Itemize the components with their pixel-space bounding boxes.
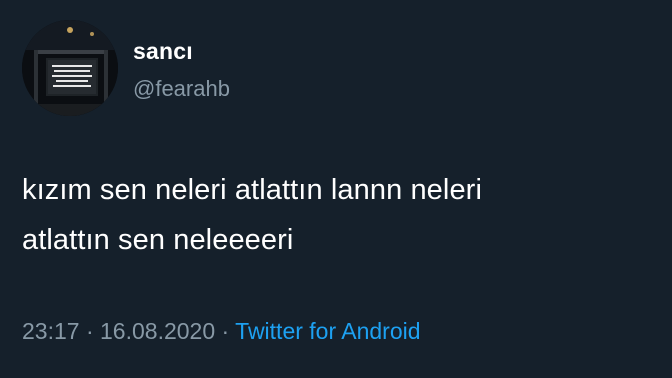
user-handle[interactable]: @fearahb [133, 76, 230, 102]
meta-separator: · [215, 318, 236, 344]
tweet-text: kızım sen neleri atlattın lannn neleri a… [22, 165, 652, 265]
tweet-text-line: atlattın sen neleeeeri [22, 224, 294, 256]
avatar-image [22, 20, 118, 116]
tweet-meta: 23:17 · 16.08.2020 · Twitter for Android [22, 318, 421, 345]
display-name[interactable]: sancı [133, 38, 193, 65]
tweet-source-link[interactable]: Twitter for Android [235, 318, 420, 344]
tweet-date[interactable]: 16.08.2020 [100, 318, 215, 344]
tweet-text-line: kızım sen neleri atlattın lannn neleri [22, 174, 482, 206]
avatar[interactable] [22, 20, 118, 116]
meta-separator: · [79, 318, 101, 344]
tweet-time[interactable]: 23:17 [22, 318, 80, 344]
tweet-card: sancı @fearahb kızım sen neleri atlattın… [0, 0, 672, 378]
